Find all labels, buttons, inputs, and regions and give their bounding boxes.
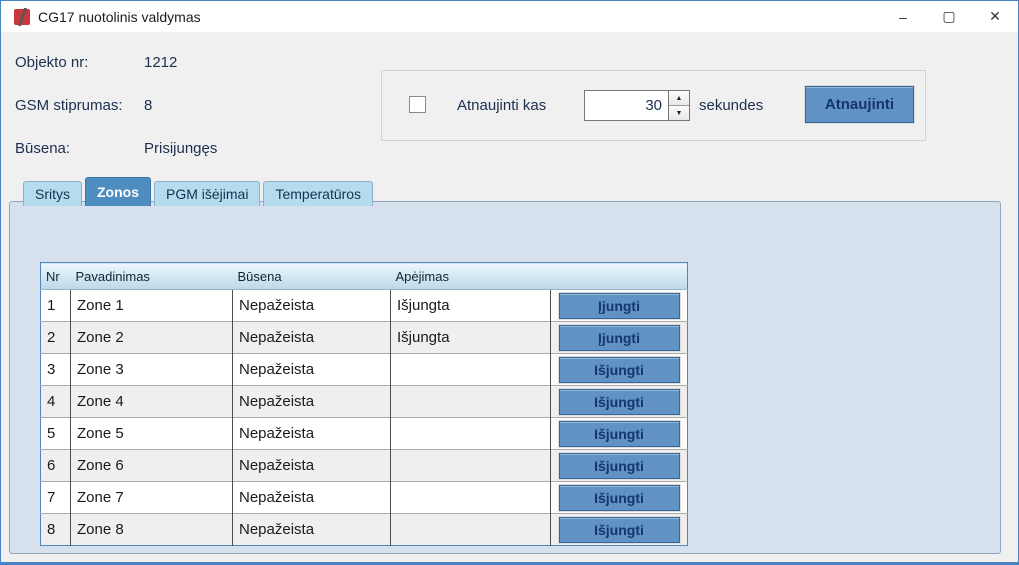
- zone-nr: 7: [41, 482, 71, 514]
- zone-nr: 4: [41, 386, 71, 418]
- col-header-action: [551, 263, 688, 290]
- tab-pgm-isejimai[interactable]: PGM išėjimai: [154, 181, 260, 206]
- zone-status: Nepažeista: [233, 450, 391, 482]
- app-icon: [14, 9, 30, 25]
- table-row: 7 Zone 7 Nepažeista Išjungti: [41, 482, 688, 514]
- zone-status: Nepažeista: [233, 418, 391, 450]
- table-row: 1 Zone 1 Nepažeista Išjungta Įjungti: [41, 290, 688, 322]
- status-row: Būsena: Prisijungęs: [15, 140, 70, 157]
- zones-tab-panel: Nr Pavadinimas Būsena Apėjimas 1 Zone 1 …: [9, 201, 1001, 554]
- window-controls: – ▢ ✕: [880, 1, 1018, 32]
- gsm-strength-label: GSM stiprumas:: [15, 97, 123, 114]
- minimize-button[interactable]: –: [880, 1, 926, 32]
- zones-table: Nr Pavadinimas Būsena Apėjimas 1 Zone 1 …: [40, 262, 688, 546]
- col-header-nr: Nr: [41, 263, 71, 290]
- zone-bypass: Išjungta: [391, 322, 551, 354]
- col-header-busena: Būsena: [233, 263, 391, 290]
- auto-refresh-label: Atnaujinti kas: [457, 97, 546, 114]
- refresh-groupbox: Atnaujinti kas ▲ ▼ sekundes Atnaujinti: [381, 70, 926, 141]
- tab-temperaturos[interactable]: Temperatūros: [263, 181, 373, 206]
- titlebar: CG17 nuotolinis valdymas – ▢ ✕: [1, 1, 1018, 32]
- stepper-up-button[interactable]: ▲: [669, 91, 689, 106]
- window-title: CG17 nuotolinis valdymas: [38, 9, 201, 25]
- zone-name: Zone 3: [71, 354, 233, 386]
- seconds-label: sekundes: [699, 97, 763, 114]
- refresh-button[interactable]: Atnaujinti: [805, 86, 914, 123]
- object-number-label: Objekto nr:: [15, 54, 88, 71]
- zone-action-button[interactable]: Įjungti: [559, 293, 680, 319]
- object-number-value: 1212: [144, 54, 177, 71]
- zone-bypass: [391, 354, 551, 386]
- close-button[interactable]: ✕: [972, 1, 1018, 32]
- zone-bypass: [391, 482, 551, 514]
- zone-action-button[interactable]: Išjungti: [559, 485, 680, 511]
- zone-name: Zone 2: [71, 322, 233, 354]
- tab-strip: Sritys Zonos PGM išėjimai Temperatūros: [23, 177, 376, 206]
- zone-name: Zone 7: [71, 482, 233, 514]
- table-header-row: Nr Pavadinimas Būsena Apėjimas: [41, 263, 688, 290]
- zone-action-button[interactable]: Išjungti: [559, 357, 680, 383]
- zone-status: Nepažeista: [233, 290, 391, 322]
- zone-name: Zone 1: [71, 290, 233, 322]
- zone-action-button[interactable]: Išjungti: [559, 453, 680, 479]
- maximize-icon: ▢: [942, 8, 955, 25]
- zone-bypass: [391, 386, 551, 418]
- zone-nr: 8: [41, 514, 71, 546]
- table-row: 6 Zone 6 Nepažeista Išjungti: [41, 450, 688, 482]
- gsm-strength-row: GSM stiprumas: 8: [15, 97, 123, 114]
- zone-status: Nepažeista: [233, 322, 391, 354]
- table-row: 8 Zone 8 Nepažeista Išjungti: [41, 514, 688, 546]
- tab-sritys[interactable]: Sritys: [23, 181, 82, 206]
- zone-action-button[interactable]: Išjungti: [559, 517, 680, 543]
- arrow-down-icon: ▼: [676, 110, 683, 117]
- col-header-apejimas: Apėjimas: [391, 263, 551, 290]
- zone-action-button[interactable]: Išjungti: [559, 421, 680, 447]
- close-icon: ✕: [989, 8, 1001, 25]
- minimize-icon: –: [899, 9, 907, 25]
- zone-bypass: [391, 450, 551, 482]
- table-row: 5 Zone 5 Nepažeista Išjungti: [41, 418, 688, 450]
- zone-nr: 3: [41, 354, 71, 386]
- zone-action-button[interactable]: Išjungti: [559, 389, 680, 415]
- app-window: CG17 nuotolinis valdymas – ▢ ✕ Objekto n…: [0, 0, 1019, 565]
- refresh-interval-stepper: ▲ ▼: [669, 90, 690, 121]
- stepper-down-button[interactable]: ▼: [669, 106, 689, 120]
- zone-bypass: [391, 514, 551, 546]
- zone-status: Nepažeista: [233, 482, 391, 514]
- zone-name: Zone 6: [71, 450, 233, 482]
- zone-name: Zone 8: [71, 514, 233, 546]
- zone-action-button[interactable]: Įjungti: [559, 325, 680, 351]
- zone-bypass: Išjungta: [391, 290, 551, 322]
- table-row: 2 Zone 2 Nepažeista Išjungta Įjungti: [41, 322, 688, 354]
- zone-nr: 6: [41, 450, 71, 482]
- status-label: Būsena:: [15, 140, 70, 157]
- zone-status: Nepažeista: [233, 354, 391, 386]
- maximize-button[interactable]: ▢: [926, 1, 972, 32]
- table-row: 4 Zone 4 Nepažeista Išjungti: [41, 386, 688, 418]
- zone-nr: 5: [41, 418, 71, 450]
- arrow-up-icon: ▲: [676, 95, 683, 102]
- object-number-row: Objekto nr: 1212: [15, 54, 88, 71]
- zone-name: Zone 5: [71, 418, 233, 450]
- col-header-pavadinimas: Pavadinimas: [71, 263, 233, 290]
- refresh-interval-input[interactable]: [584, 90, 669, 121]
- zone-status: Nepažeista: [233, 386, 391, 418]
- zone-bypass: [391, 418, 551, 450]
- zone-nr: 1: [41, 290, 71, 322]
- zone-name: Zone 4: [71, 386, 233, 418]
- tab-zonos[interactable]: Zonos: [85, 177, 151, 206]
- zone-status: Nepažeista: [233, 514, 391, 546]
- table-row: 3 Zone 3 Nepažeista Išjungti: [41, 354, 688, 386]
- gsm-strength-value: 8: [144, 97, 152, 114]
- zone-nr: 2: [41, 322, 71, 354]
- auto-refresh-checkbox[interactable]: [409, 96, 426, 113]
- status-value: Prisijungęs: [144, 140, 217, 157]
